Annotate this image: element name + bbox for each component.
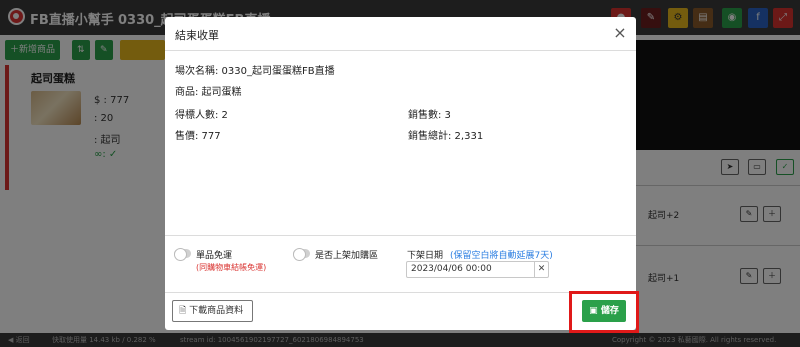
download-product-data-button[interactable]: 🗎 下載商品資料 — [172, 300, 253, 322]
takedown-label: 下架日期 — [407, 251, 444, 261]
end-order-modal: 結束收單 × 場次名稱: 0330_起司蛋蛋糕FB直播 商品: 起司蛋糕 得標人… — [165, 17, 639, 333]
takedown-note: (保留空白將自動延展7天) — [450, 251, 553, 261]
price-label: 售價: 777 — [175, 131, 221, 142]
takedown-date-input[interactable]: 2023/04/06 00:00 ✕ — [406, 261, 549, 278]
modal-title: 結束收單 — [175, 29, 219, 42]
add-to-cart-label: 是否上架加購區 — [315, 251, 379, 261]
session-name: 場次名稱: 0330_起司蛋蛋糕FB直播 — [175, 66, 335, 77]
download-label: 下載商品資料 — [189, 306, 244, 316]
free-shipping-label: 單品免運 — [196, 251, 233, 261]
takedown-date-value: 2023/04/06 00:00 — [411, 264, 492, 274]
close-icon[interactable]: × — [612, 25, 628, 41]
footer-divider — [165, 292, 636, 293]
free-shipping-toggle[interactable] — [174, 248, 191, 261]
add-to-cart-toggle[interactable] — [293, 248, 310, 261]
sales-count: 銷售數: 3 — [408, 110, 451, 121]
save-label: 儲存 — [600, 306, 619, 316]
options-divider — [165, 235, 636, 236]
product-name-label: 商品: 起司蛋糕 — [175, 87, 242, 98]
winners-count: 得標人數: 2 — [175, 110, 228, 121]
clear-date-icon[interactable]: ✕ — [534, 262, 548, 277]
save-button[interactable]: ▣ 儲存 — [582, 300, 626, 322]
file-icon: 🗎 — [179, 306, 187, 316]
free-shipping-note: (同購物車結帳免運) — [196, 263, 267, 272]
floppy-disk-icon: ▣ — [589, 306, 598, 316]
header-divider — [165, 50, 636, 51]
sales-total: 銷售總計: 2,331 — [408, 131, 484, 142]
